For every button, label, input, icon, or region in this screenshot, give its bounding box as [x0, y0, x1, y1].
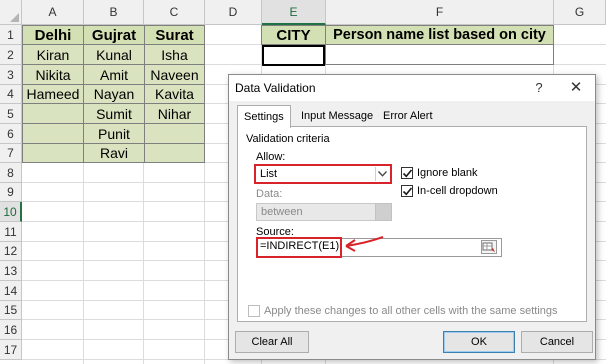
cell-a3[interactable]: Nikita	[22, 64, 84, 85]
row-header-5[interactable]: 5	[0, 104, 22, 124]
dropdown-arrow-icon	[375, 203, 392, 221]
allow-dropdown[interactable]: List	[254, 164, 392, 184]
column-header-f[interactable]: F	[326, 0, 554, 25]
row-header-7[interactable]: 7	[0, 144, 22, 163]
cell-c3[interactable]: Naveen	[144, 64, 205, 85]
cell-c6[interactable]	[144, 123, 205, 144]
in-cell-dropdown-label: In-cell dropdown	[417, 185, 498, 197]
row-header-3[interactable]: 3	[0, 65, 22, 85]
row-header-12[interactable]: 12	[0, 242, 22, 261]
row-header-1[interactable]: 1	[0, 25, 22, 45]
cell-b6[interactable]: Punit	[83, 123, 145, 144]
checkmark-icon	[402, 187, 413, 196]
validation-criteria-label: Validation criteria	[246, 133, 330, 145]
cell-b2[interactable]: Kunal	[83, 44, 145, 65]
tab-settings[interactable]: Settings	[237, 105, 291, 128]
cell-f1[interactable]: Person name list based on city	[325, 25, 554, 45]
column-header-b[interactable]: B	[84, 0, 144, 25]
row-header-14[interactable]: 14	[0, 281, 22, 301]
column-header-g[interactable]: G	[554, 0, 606, 25]
cell-c7[interactable]	[144, 143, 205, 163]
allow-value: List	[260, 168, 278, 180]
cell-e1[interactable]: CITY	[261, 25, 326, 45]
row-header-16[interactable]: 16	[0, 320, 22, 340]
data-validation-dialog: Data Validation ? ✕ Settings Input Messa…	[228, 74, 596, 360]
column-header-d[interactable]: D	[205, 0, 262, 25]
cell-c4[interactable]: Kavita	[144, 84, 205, 104]
cell-b3[interactable]: Amit	[83, 64, 145, 85]
ignore-blank-label: Ignore blank	[417, 167, 478, 179]
row-header-17[interactable]: 17	[0, 340, 22, 360]
dropdown-arrow-icon	[375, 167, 389, 181]
column-header-e[interactable]: E	[262, 0, 326, 25]
select-all-corner[interactable]	[0, 0, 22, 25]
row-header-13[interactable]: 13	[0, 261, 22, 281]
tab-error-alert[interactable]: Error Alert	[377, 105, 439, 127]
cell-a4[interactable]: Hameed	[22, 84, 84, 104]
source-value: =INDIRECT(E1)	[260, 240, 340, 252]
cell-a5[interactable]	[22, 103, 84, 124]
apply-all-checkbox[interactable]	[248, 305, 260, 317]
cell-b1[interactable]: Gujrat	[83, 25, 145, 45]
cell-b4[interactable]: Nayan	[83, 84, 145, 104]
row-header-9[interactable]: 9	[0, 183, 22, 202]
row-header-2[interactable]: 2	[0, 45, 22, 65]
row-header-8[interactable]: 8	[0, 163, 22, 183]
data-label: Data:	[256, 188, 283, 200]
cancel-button[interactable]: Cancel	[521, 331, 593, 353]
cell-a2[interactable]: Kiran	[22, 44, 84, 65]
cell-c2[interactable]: Isha	[144, 44, 205, 65]
dialog-title-bar[interactable]: Data Validation ? ✕	[229, 75, 595, 101]
cell-c1[interactable]: Surat	[144, 25, 205, 45]
row-header-10[interactable]: 10	[0, 202, 22, 222]
data-dropdown: between	[256, 203, 392, 221]
checkmark-icon	[402, 169, 413, 178]
cell-a1[interactable]: Delhi	[22, 25, 84, 45]
row-header-11[interactable]: 11	[0, 222, 22, 242]
column-header-a[interactable]: A	[22, 0, 84, 25]
column-header-c[interactable]: C	[144, 0, 205, 25]
in-cell-dropdown-checkbox[interactable]	[401, 185, 413, 197]
cell-c5[interactable]: Nihar	[144, 103, 205, 124]
cell-f2[interactable]	[325, 44, 554, 65]
apply-all-label: Apply these changes to all other cells w…	[264, 305, 558, 317]
clear-all-button[interactable]: Clear All	[235, 331, 309, 353]
active-cell-e2[interactable]	[262, 45, 325, 66]
row-header-15[interactable]: 15	[0, 301, 22, 320]
range-collapse-icon[interactable]	[481, 240, 497, 254]
data-value: between	[261, 206, 303, 218]
cell-b7[interactable]: Ravi	[83, 143, 145, 163]
dialog-title: Data Validation	[235, 81, 316, 95]
ignore-blank-checkbox[interactable]	[401, 167, 413, 179]
tab-input-message[interactable]: Input Message	[295, 105, 379, 127]
cell-a6[interactable]	[22, 123, 84, 144]
allow-label: Allow:	[256, 151, 286, 163]
cell-a7[interactable]	[22, 143, 84, 163]
row-header-6[interactable]: 6	[0, 124, 22, 144]
help-icon[interactable]: ?	[529, 78, 549, 98]
ok-button[interactable]: OK	[443, 331, 515, 353]
settings-panel: Validation criteria Allow: List Ignore b…	[237, 126, 587, 322]
row-header-4[interactable]: 4	[0, 85, 22, 104]
close-icon[interactable]: ✕	[565, 77, 587, 99]
cell-b5[interactable]: Sumit	[83, 103, 145, 124]
